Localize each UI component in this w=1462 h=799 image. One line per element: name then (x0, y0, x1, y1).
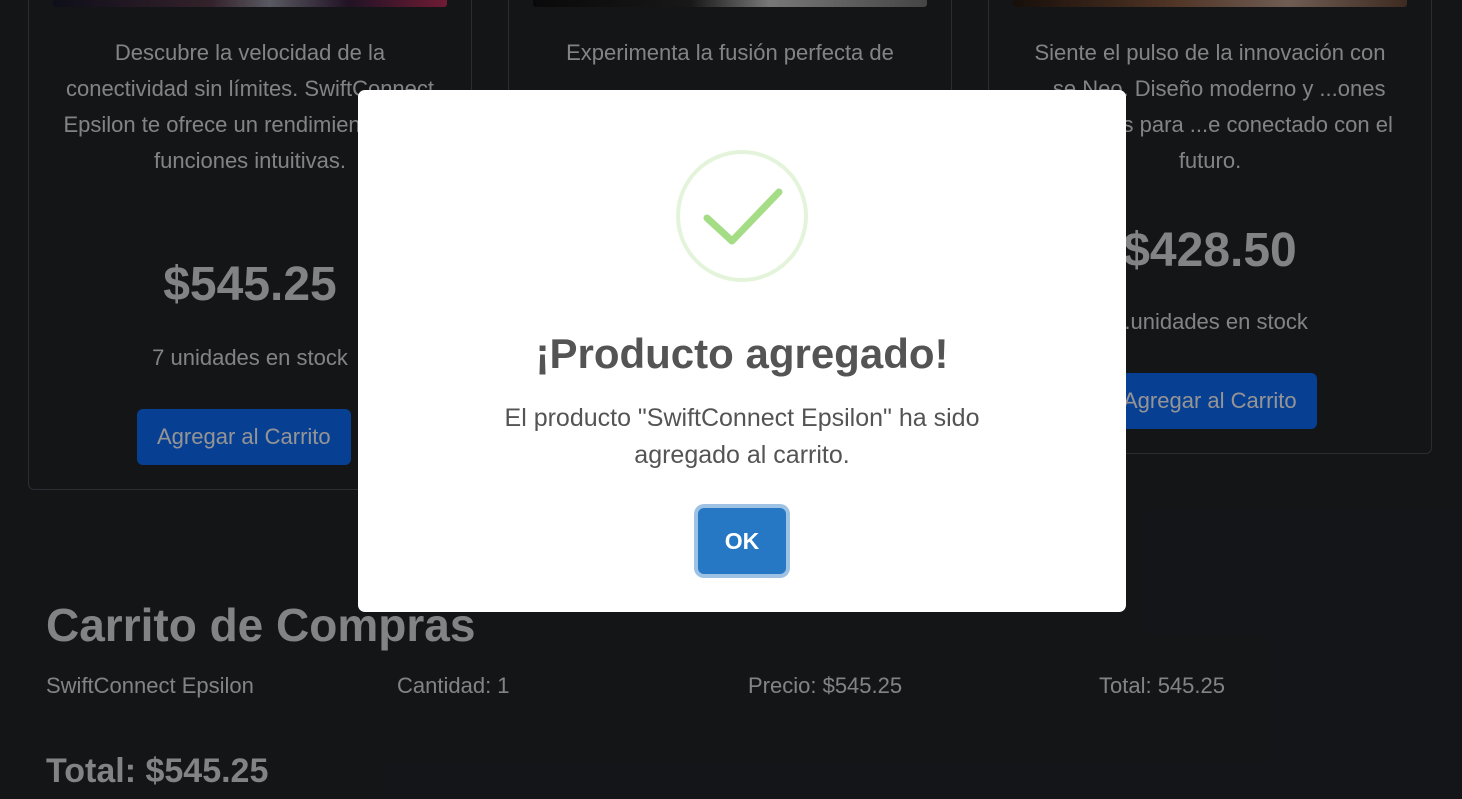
dialog-message: El producto "SwiftConnect Epsilon" ha si… (504, 404, 980, 469)
dialog-title: ¡Producto agregado! (535, 330, 949, 377)
success-dialog: ¡Producto agregado! El producto "SwiftCo… (358, 90, 1126, 612)
ok-button[interactable]: OK (698, 508, 786, 574)
success-check-icon (676, 150, 808, 282)
